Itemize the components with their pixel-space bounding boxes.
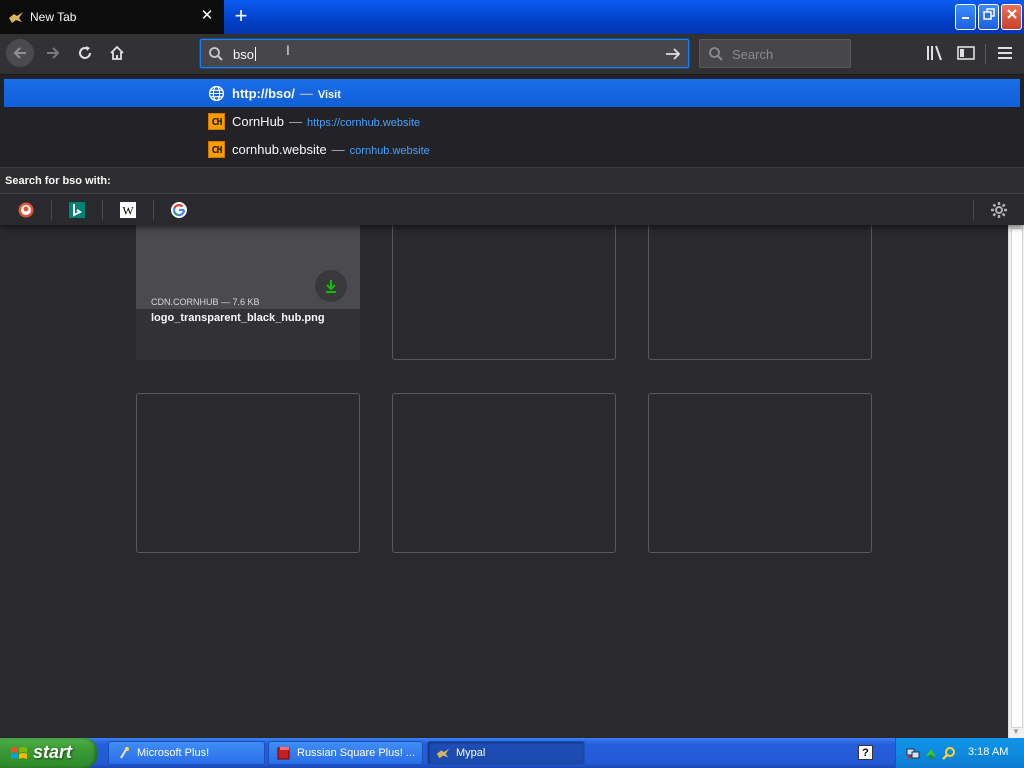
empty-tile[interactable] — [392, 393, 616, 553]
url-bar[interactable]: bso — [200, 39, 689, 68]
vertical-scrollbar[interactable]: ▼ — [1008, 224, 1024, 738]
scroll-down-arrow-icon[interactable]: ▼ — [1012, 727, 1020, 736]
scrollbar-thumb[interactable] — [1011, 228, 1023, 728]
new-tab-page: CDN.CORNHUB — 7.6 KB logo_transparent_bl… — [0, 200, 1008, 738]
mypal-icon — [436, 748, 450, 759]
empty-tile[interactable] — [136, 393, 360, 553]
network-icon[interactable] — [906, 746, 920, 760]
home-icon — [110, 45, 124, 60]
empty-tile[interactable] — [648, 393, 872, 553]
search-tray-icon[interactable] — [942, 746, 956, 760]
tab-title: New Tab — [30, 10, 77, 24]
engine-separator — [153, 200, 154, 220]
result-url: https://cornhub.website — [307, 117, 421, 129]
back-arrow-icon — [13, 47, 26, 59]
windows-logo-icon — [11, 747, 27, 759]
start-button[interactable]: start — [0, 738, 97, 768]
home-button[interactable] — [103, 39, 131, 67]
taskbar-button-microsoft-plus[interactable]: Microsoft Plus! — [108, 741, 265, 765]
reload-button[interactable] — [71, 39, 99, 67]
mypal-favicon-icon — [9, 12, 23, 23]
minimize-icon — [961, 17, 969, 19]
taskbar-button-label: Mypal — [456, 747, 486, 759]
download-icon — [326, 280, 336, 293]
cornhub-favicon-icon: CH — [208, 113, 225, 130]
back-button[interactable] — [6, 39, 34, 67]
search-icon — [209, 47, 223, 61]
wikipedia-engine-button[interactable]: W — [118, 200, 138, 220]
wikipedia-icon: W — [120, 202, 136, 218]
duckduckgo-icon — [18, 202, 34, 218]
one-off-search-engines: W — [0, 193, 1024, 225]
engine-separator — [51, 200, 52, 220]
result-url: cornhub.website — [349, 145, 430, 157]
taskbar: start Microsoft Plus! Russian Square Plu… — [0, 738, 1024, 768]
sidebar-toggle-icon[interactable] — [956, 43, 976, 63]
duckduckgo-engine-button[interactable] — [16, 200, 36, 220]
reload-icon — [79, 46, 91, 59]
minimize-button[interactable] — [955, 4, 976, 30]
text-caret — [254, 47, 256, 61]
hamburger-menu-icon[interactable] — [995, 43, 1015, 63]
forward-button[interactable] — [39, 39, 67, 67]
russian-square-icon — [277, 747, 290, 760]
microsoft-plus-icon — [120, 747, 129, 759]
gear-icon[interactable] — [989, 200, 1009, 220]
result-action: Visit — [317, 89, 341, 101]
search-bar[interactable]: Search — [699, 39, 851, 68]
start-label: start — [33, 742, 73, 762]
bing-icon — [69, 202, 85, 218]
search-with-header: Search for bso with: — [0, 167, 1024, 193]
globe-icon — [208, 85, 225, 102]
restore-button[interactable] — [978, 4, 999, 30]
svg-text:W: W — [122, 204, 134, 218]
restore-icon — [982, 8, 995, 20]
google-engine-button[interactable] — [169, 200, 189, 220]
tab-new-tab[interactable]: New Tab ✕ — [0, 0, 224, 34]
toolbar-separator — [985, 44, 986, 64]
go-arrow-icon[interactable] — [663, 44, 683, 64]
result-title: cornhub.website — cornhub.website — [232, 142, 430, 157]
result-title: CornHub — https://cornhub.website — [232, 114, 421, 129]
new-tab-button[interactable]: + — [231, 5, 251, 27]
google-icon — [171, 202, 187, 218]
ibeam-cursor-icon: I — [286, 42, 290, 58]
autocomplete-result-visit[interactable]: http://bso/— Visit — [4, 79, 1020, 107]
search-input[interactable]: Search — [732, 47, 773, 62]
taskbar-button-label: Microsoft Plus! — [137, 747, 210, 759]
tile-source: CDN.CORNHUB — 7.6 KB — [151, 297, 260, 307]
taskbar-button-mypal[interactable]: Mypal — [427, 741, 585, 765]
help-icon[interactable]: ? — [858, 745, 873, 760]
system-tray: 3:18 AM — [895, 738, 1024, 768]
cornhub-favicon-icon: CH — [208, 141, 225, 158]
close-icon — [1006, 9, 1017, 19]
title-bar: New Tab ✕ + — [0, 0, 1024, 34]
download-badge — [315, 270, 347, 302]
taskbar-button-label: Russian Square Plus! ... — [297, 747, 416, 759]
autocomplete-result-cornhub[interactable]: CH CornHub — https://cornhub.website — [4, 107, 1020, 135]
clock: 3:18 AM — [968, 746, 1009, 758]
autocomplete-result-cornhub-website[interactable]: CH cornhub.website — cornhub.website — [4, 135, 1020, 163]
tab-close-icon[interactable]: ✕ — [199, 8, 215, 24]
result-title: http://bso/— Visit — [232, 86, 341, 101]
autocomplete-popup: http://bso/— Visit CH CornHub — https://cor… — [0, 74, 1024, 225]
search-with-label: Search for bso with: — [5, 175, 111, 187]
search-icon — [709, 47, 723, 61]
bing-engine-button[interactable] — [67, 200, 87, 220]
library-icon[interactable] — [925, 43, 945, 63]
safely-remove-hardware-icon[interactable] — [924, 746, 938, 760]
engine-separator — [973, 200, 974, 220]
navigation-toolbar: bso Search — [0, 34, 1024, 74]
forward-arrow-icon — [47, 47, 60, 59]
close-window-button[interactable] — [1001, 4, 1022, 30]
taskbar-button-russian-square[interactable]: Russian Square Plus! ... — [268, 741, 423, 765]
tile-filename: logo_transparent_black_hub.png — [151, 312, 325, 324]
engine-separator — [102, 200, 103, 220]
url-input[interactable]: bso — [233, 47, 256, 62]
